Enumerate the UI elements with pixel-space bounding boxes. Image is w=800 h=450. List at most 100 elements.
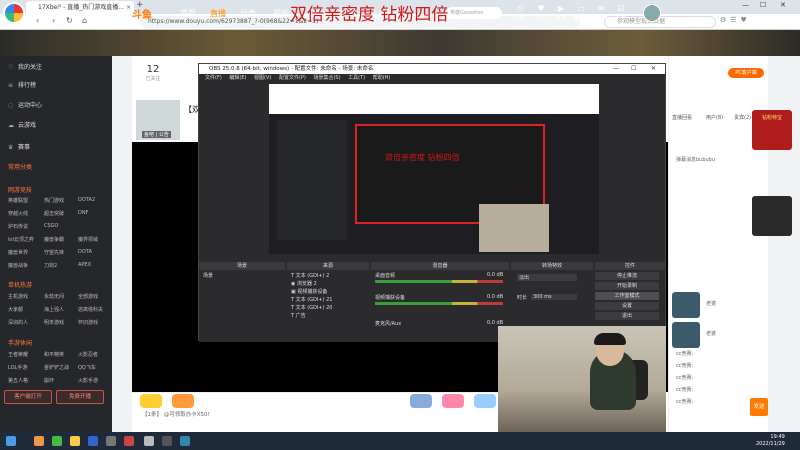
streamer-avatar[interactable]: 鱼吧 | 公告 <box>136 100 180 140</box>
tab-users[interactable]: 用户(8) <box>706 114 723 121</box>
app-icon[interactable] <box>124 436 134 446</box>
tab-replay[interactable]: 直播回看 <box>672 114 692 121</box>
source-item-text21[interactable]: T 文本 (GDI+) 21 <box>291 296 333 303</box>
transition-select[interactable]: 淡出 <box>517 274 577 281</box>
game-category-link[interactable]: 金铲铲之战 <box>44 364 69 371</box>
toolbar-icons[interactable]: ⚙☰♥ <box>720 16 751 24</box>
app-icon[interactable] <box>144 436 154 446</box>
start-recording-button[interactable]: 开始录制 <box>595 282 659 290</box>
game-category-link[interactable]: 火影手游 <box>78 377 98 384</box>
app-icon[interactable] <box>106 436 116 446</box>
obs-menu-profile[interactable]: 配置文件(P) <box>279 75 306 81</box>
game-category-link[interactable]: 怀旧游戏 <box>78 319 98 326</box>
free-live-button[interactable]: 免费开播 <box>56 390 104 404</box>
minimize-icon[interactable]: — <box>742 1 749 9</box>
nav-home[interactable]: 首页 <box>180 8 196 19</box>
obs-menu-tools[interactable]: 工具(T) <box>348 75 365 81</box>
source-item-camera[interactable]: ▣ 视频捕获设备 <box>291 288 327 295</box>
client-button[interactable]: ▭ 客户端 <box>572 4 590 21</box>
promo-card[interactable]: 钻粉特宝 <box>752 110 792 150</box>
studio-mode-button[interactable]: 工作室模式 <box>595 292 659 300</box>
game-category-link[interactable]: 火影忍者 <box>78 351 98 358</box>
transition-duration-input[interactable]: 300 ms <box>531 294 577 300</box>
game-category-link[interactable]: 主机游戏 <box>8 293 28 300</box>
game-category-link[interactable]: 深圳的人 <box>8 319 28 326</box>
obs-close-icon[interactable]: ✕ <box>651 64 656 74</box>
obs-preview[interactable] <box>269 84 599 254</box>
app-icon[interactable] <box>88 436 98 446</box>
game-category-link[interactable]: 逃离塔科夫 <box>78 306 103 313</box>
tab-vip[interactable]: 贵宾(2) <box>734 114 751 121</box>
game-category-link[interactable]: 英雄联盟 <box>8 197 28 204</box>
stop-streaming-button[interactable]: 停止推流 <box>595 272 659 280</box>
scene-item[interactable]: 场景 <box>203 272 213 279</box>
close-icon[interactable]: ✕ <box>780 1 786 9</box>
task-button[interactable]: ☑ 任务 <box>612 4 630 21</box>
game-category-link[interactable]: 魔兽争霸 <box>44 236 64 243</box>
game-category-link[interactable]: LOL手游 <box>8 364 27 371</box>
game-category-link[interactable]: 大家都 <box>8 306 23 313</box>
game-category-link[interactable]: 王者荣耀 <box>8 351 28 358</box>
game-category-link[interactable]: 穿越火线 <box>8 210 28 217</box>
sidebar-item-rank[interactable]: ≡ 排行榜 <box>8 80 36 89</box>
nav-category[interactable]: 分类 <box>240 8 256 19</box>
open-client-button[interactable]: 客户端打开 <box>4 390 52 404</box>
user-avatar[interactable] <box>643 4 661 22</box>
taskbar-clock[interactable]: 19:49 2022/11/29 <box>756 434 785 448</box>
gift-icon[interactable] <box>442 394 464 408</box>
obs-menu-help[interactable]: 帮助(H) <box>373 75 391 81</box>
game-category-link[interactable]: 超击突破 <box>44 210 64 217</box>
gift-icon[interactable] <box>474 394 496 408</box>
app-icon[interactable] <box>52 436 62 446</box>
game-category-link[interactable]: 和平精英 <box>44 351 64 358</box>
exit-button[interactable]: 退出 <box>595 312 659 320</box>
fans-count-box[interactable]: 12 已关注 <box>140 64 166 92</box>
game-category-link[interactable]: CSGO <box>44 223 58 229</box>
reload-icon[interactable]: ↻ <box>66 16 73 25</box>
game-category-link[interactable]: QQ飞车 <box>78 364 96 371</box>
game-category-link[interactable]: 炉石传说 <box>8 223 28 230</box>
home-icon[interactable]: ⌂ <box>82 16 87 25</box>
source-item-text2[interactable]: T 文本 (GDI+) 2 <box>291 272 329 279</box>
game-category-link[interactable]: APEX <box>78 262 91 268</box>
game-category-link[interactable]: 魔兽世界 <box>8 249 28 256</box>
obs-maximize-icon[interactable]: ☐ <box>631 64 636 74</box>
gift-icon[interactable] <box>172 394 194 408</box>
nav-video[interactable]: 视频 <box>273 8 289 19</box>
tab-close-icon[interactable]: × <box>126 1 131 14</box>
game-category-link[interactable]: 魔兽战争 <box>8 262 28 269</box>
golive-button[interactable]: ▶ 开播 <box>552 4 570 21</box>
game-category-link[interactable]: 守望先锋 <box>44 249 64 256</box>
app-icon[interactable] <box>180 436 190 446</box>
game-category-link[interactable]: 魔界领域 <box>78 236 98 243</box>
obs-menu-edit[interactable]: 编辑(E) <box>229 75 246 81</box>
browser-tab[interactable]: 17Xbei⁰ - 直播_热门游戏直播... × <box>26 1 134 14</box>
mixer-desktop-meter[interactable] <box>375 280 503 283</box>
sidebar-item-events[interactable]: ♛ 赛事 <box>8 142 30 151</box>
windows-start-icon[interactable] <box>6 436 16 446</box>
mixer-camera-meter[interactable] <box>375 302 503 305</box>
game-category-link[interactable]: 永劫无间 <box>44 293 64 300</box>
game-category-link[interactable]: 刀剑2 <box>44 262 57 269</box>
site-search-input[interactable]: 英雄Gesseton <box>446 7 502 19</box>
obs-taskbar-icon[interactable] <box>162 436 172 446</box>
gift-icon[interactable] <box>410 394 432 408</box>
sidebar-item-cloudgame[interactable]: ☁ 云游戏 <box>8 120 36 129</box>
obs-menu-view[interactable]: 视图(V) <box>254 75 271 81</box>
game-category-link[interactable]: 明末游戏 <box>44 319 64 326</box>
game-category-link[interactable]: 全部游戏 <box>78 293 98 300</box>
history-button[interactable]: ◷ 历史 <box>511 4 529 21</box>
game-category-link[interactable]: DOTA <box>78 249 92 255</box>
game-category-link[interactable]: 崩坏 <box>44 377 54 384</box>
forward-icon[interactable]: › <box>52 16 55 25</box>
send-button[interactable]: 发送 <box>750 398 768 416</box>
browser-logo-icon[interactable] <box>3 2 25 24</box>
game-category-link[interactable]: DOTA2 <box>78 197 95 203</box>
nav-live[interactable]: 直播 <box>210 8 226 19</box>
follow-button[interactable]: ♥ 关注 <box>532 4 550 21</box>
message-button[interactable]: ✉ 消息 <box>592 4 610 21</box>
gift-icon[interactable] <box>140 394 162 408</box>
sidebar-item-sports[interactable]: ◌ 运动中心 <box>8 100 42 109</box>
sidebar-item-follow[interactable]: ♡ 我的关注 <box>8 62 42 71</box>
game-category-link[interactable]: lol云顶之弈 <box>8 236 34 243</box>
